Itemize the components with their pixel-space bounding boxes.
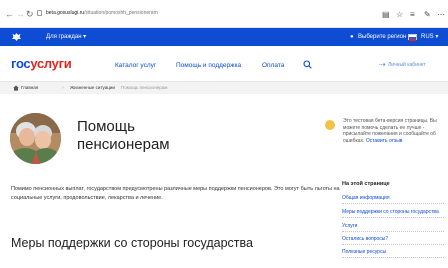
- back-icon[interactable]: ←: [5, 10, 14, 19]
- intro-paragraph: Помимо пенсионных выплат, государством п…: [11, 186, 340, 201]
- toc-divider: [342, 203, 444, 204]
- favorites-list-icon[interactable]: ≡: [410, 11, 415, 19]
- breadcrumb-life-situations[interactable]: Жизненные ситуации: [70, 85, 115, 91]
- toc-divider: [342, 244, 444, 245]
- toc-divider: [342, 231, 444, 232]
- breadcrumb-home[interactable]: Главная: [21, 85, 38, 91]
- personal-cabinet-link[interactable]: Личный кабинет: [388, 62, 426, 68]
- menu-catalog[interactable]: Каталог услуг: [115, 62, 156, 69]
- menu-payment[interactable]: Оплата: [262, 62, 284, 69]
- page-title: Помощь пенсионерам: [77, 118, 170, 153]
- logo-text-uslugi: услуги: [30, 56, 72, 71]
- toc-divider: [342, 257, 444, 258]
- search-icon[interactable]: [303, 60, 312, 69]
- logo-text-gos: гос: [11, 56, 31, 71]
- site-header: госуслуги Каталог услуг Помощь и поддерж…: [0, 46, 448, 82]
- leave-feedback-link[interactable]: Оставить отзыв: [366, 138, 403, 144]
- map-pin-icon: ●: [350, 34, 354, 40]
- url-path: /situation/pomoshh_pensioneram: [84, 10, 158, 16]
- forward-icon[interactable]: →: [16, 10, 25, 19]
- gov-top-strip: Для граждан ▾ ● Выберите регион RUS ▾: [0, 28, 448, 46]
- for-citizens-label: Для граждан: [46, 34, 82, 40]
- russian-flag-icon: [408, 34, 417, 41]
- region-selector[interactable]: Выберите регион: [358, 33, 406, 41]
- toc-item-services[interactable]: Услуги: [342, 223, 357, 229]
- breadcrumb: Главная › Жизненные ситуации › Помощь пе…: [0, 82, 448, 94]
- refresh-icon[interactable]: ↻: [26, 10, 34, 19]
- pencil-icon: [325, 120, 335, 130]
- favorite-star-icon[interactable]: ☆: [396, 11, 403, 19]
- browser-toolbar: ← → ↻ beta.gosuslugi.ru/situation/pomosh…: [0, 0, 448, 28]
- menu-help[interactable]: Помощь и поддержка: [176, 62, 241, 69]
- toc-item-questions[interactable]: Остались вопросы?: [342, 236, 388, 242]
- language-selector[interactable]: RUS ▾: [421, 33, 438, 41]
- section-title: Меры поддержки со стороны государства: [11, 236, 253, 250]
- coat-of-arms-icon: [12, 33, 21, 41]
- address-bar[interactable]: beta.gosuslugi.ru/situation/pomoshh_pens…: [36, 8, 374, 21]
- breadcrumb-separator: ›: [62, 85, 64, 91]
- toc-item-support-measures[interactable]: Меры поддержки со стороны государства: [342, 209, 439, 215]
- toc-divider: [342, 217, 444, 218]
- lock-icon: [37, 10, 42, 16]
- breadcrumb-separator: ›: [112, 85, 114, 91]
- language-label: RUS: [421, 34, 434, 40]
- toc-title: На этой странице: [342, 181, 390, 187]
- toc-item-general-info[interactable]: Общая информация: [342, 195, 390, 201]
- breadcrumb-current: Помощь пенсионерам: [121, 85, 168, 90]
- more-icon[interactable]: ⋯: [437, 11, 445, 19]
- login-arrow-icon: ⇢: [379, 60, 386, 69]
- toc-item-resources[interactable]: Полезные ресурсы: [342, 249, 386, 255]
- share-icon[interactable]: ✎: [424, 11, 431, 19]
- home-icon[interactable]: [13, 85, 19, 91]
- gosuslugi-logo[interactable]: госуслуги: [11, 56, 72, 71]
- reading-view-icon[interactable]: ▤: [382, 11, 390, 19]
- for-citizens-dropdown[interactable]: Для граждан ▾: [46, 33, 86, 41]
- pensioners-photo: [10, 113, 61, 164]
- url-host: beta.gosuslugi.ru: [46, 10, 85, 16]
